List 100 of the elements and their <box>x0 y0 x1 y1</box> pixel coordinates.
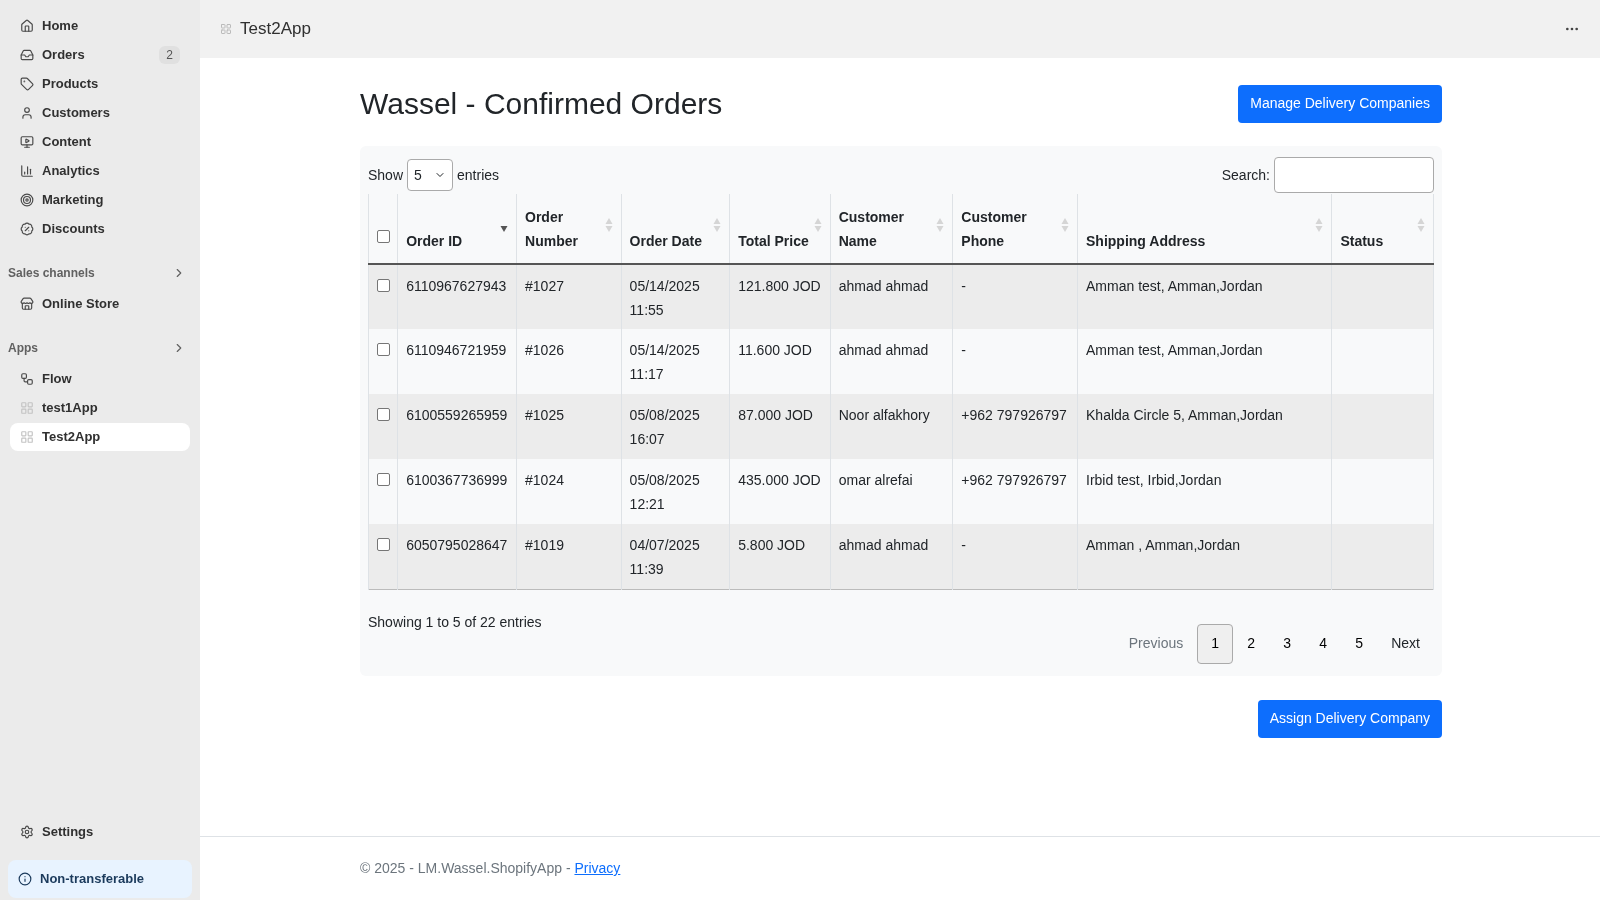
percent-badge-icon <box>20 222 34 236</box>
table-cell: ahmad ahmad <box>838 342 929 358</box>
sidebar-item[interactable]: Flow <box>10 365 190 393</box>
sort-icon <box>813 217 822 233</box>
checkbox[interactable] <box>376 538 390 551</box>
sort-icon <box>713 217 722 233</box>
page-button[interactable]: 4 <box>1305 623 1342 664</box>
app-grid-icon <box>220 23 232 35</box>
sidebar-item[interactable]: Discounts <box>10 215 190 243</box>
column-header[interactable]: Order Number <box>516 194 622 264</box>
sidebar-item[interactable]: Online Store <box>10 290 190 318</box>
checkbox[interactable] <box>376 279 390 292</box>
info-icon <box>18 872 32 886</box>
show-label: Show <box>368 165 404 185</box>
table-cell: omar alrefai <box>838 472 913 488</box>
page-button[interactable]: 1 <box>1197 623 1234 664</box>
sidebar-item[interactable]: Settings <box>10 818 190 846</box>
page-title: Wassel - Confirmed Orders <box>360 86 723 122</box>
sort-icon <box>500 226 509 233</box>
table-cell: Noor alfakhory <box>838 407 930 423</box>
table-cell: 6100367736999 <box>406 472 508 488</box>
inbox-icon <box>20 48 34 62</box>
search-label: Search: <box>1221 165 1270 185</box>
table-cell: 5.800 JOD <box>738 537 806 553</box>
page-size-select[interactable]: 5 <box>407 159 454 191</box>
table-cell: 121.800 JOD <box>738 278 821 294</box>
assign-delivery-company-button[interactable]: Assign Delivery Company <box>1257 699 1442 738</box>
table-cell: 6110967627943 <box>406 278 507 294</box>
column-header[interactable]: Shipping Address <box>1077 194 1332 264</box>
table-cell: Amman test, Amman,Jordan <box>1086 278 1263 294</box>
app-title: Test2App <box>240 18 311 41</box>
checkbox[interactable] <box>376 473 390 486</box>
app-grid-icon <box>20 430 34 444</box>
sort-icon <box>1417 217 1425 233</box>
person-icon <box>20 106 34 120</box>
table-cell: 6100559265959 <box>406 407 508 423</box>
table-cell: 05/14/2025 11:55 <box>629 278 700 318</box>
table-cell: 05/14/2025 11:17 <box>629 342 700 382</box>
sort-icon <box>936 217 945 233</box>
sidebar-item[interactable]: Analytics <box>10 157 190 185</box>
table-cell: 6110946721959 <box>406 342 507 358</box>
table-cell: #1019 <box>525 537 564 553</box>
sort-icon <box>604 217 613 233</box>
column-header[interactable]: Customer Name <box>830 194 953 264</box>
sidebar-item[interactable]: Customers <box>10 99 190 127</box>
sidebar-item[interactable]: Content <box>10 128 190 156</box>
table-cell: #1025 <box>525 407 564 423</box>
checkbox[interactable] <box>376 408 390 421</box>
column-header[interactable]: Total Price <box>729 194 831 264</box>
privacy-link[interactable]: Privacy <box>574 860 621 876</box>
table-cell: #1027 <box>525 278 564 294</box>
sidebar-item[interactable]: Test2App <box>10 423 190 451</box>
bar-chart-icon <box>20 164 34 178</box>
table-cell: 435.000 JOD <box>738 472 821 488</box>
table-cell: 04/07/2025 11:39 <box>629 537 700 577</box>
monitor-icon <box>20 135 34 149</box>
tag-icon <box>20 77 34 91</box>
table-cell: Irbid test, Irbid,Jordan <box>1086 472 1222 488</box>
entries-label: entries <box>457 165 500 185</box>
flow-icon <box>20 372 34 386</box>
checkbox[interactable] <box>376 343 390 356</box>
home-icon <box>20 19 34 33</box>
count-badge: 2 <box>159 46 180 64</box>
section-heading: Apps <box>8 340 38 357</box>
checkbox[interactable] <box>376 230 390 243</box>
table-cell: - <box>961 537 967 553</box>
table-cell: - <box>961 278 967 294</box>
table-cell: ahmad ahmad <box>838 278 929 294</box>
table-cell: Amman , Amman,Jordan <box>1086 537 1241 553</box>
entries-info: Showing 1 to 5 of 22 entries <box>368 612 542 632</box>
table-cell: 6050795028647 <box>406 537 508 553</box>
sidebar-item[interactable]: Marketing <box>10 186 190 214</box>
table-cell: 05/08/2025 16:07 <box>629 407 700 447</box>
manage-delivery-companies-button[interactable]: Manage Delivery Companies <box>1238 84 1442 123</box>
sidebar-item[interactable]: Home <box>10 12 190 40</box>
page-button[interactable]: 3 <box>1269 623 1306 664</box>
column-header[interactable]: Order Date <box>621 194 730 264</box>
column-header[interactable]: Order ID <box>397 194 517 264</box>
sidebar-item[interactable]: Orders 2 <box>10 41 190 69</box>
table-cell: ahmad ahmad <box>838 537 929 553</box>
table-cell: Amman test, Amman,Jordan <box>1086 342 1263 358</box>
table-cell: 87.000 JOD <box>738 407 813 423</box>
table-cell: 11.600 JOD <box>738 342 812 358</box>
sidebar-item[interactable]: test1App <box>10 394 190 422</box>
search-field[interactable] <box>1274 157 1434 193</box>
section-heading: Sales channels <box>8 265 95 282</box>
table-cell: #1026 <box>525 342 564 358</box>
page-button[interactable]: 5 <box>1341 623 1378 664</box>
table-cell: +962 797926797 <box>961 472 1067 488</box>
column-header[interactable]: Status <box>1331 194 1434 264</box>
table-cell: - <box>961 342 967 358</box>
column-header[interactable]: Customer Phone <box>952 194 1078 264</box>
page-button[interactable]: 2 <box>1233 623 1270 664</box>
next-button[interactable]: Next <box>1377 623 1434 664</box>
table-cell: 05/08/2025 12:21 <box>629 472 700 512</box>
store-icon <box>20 297 34 311</box>
target-icon <box>20 193 34 207</box>
sidebar-item[interactable]: Products <box>10 70 190 98</box>
notice-text: Non-transferable <box>40 870 145 889</box>
footer-text: © 2025 - LM.Wassel.ShopifyApp - Privacy <box>360 859 621 878</box>
